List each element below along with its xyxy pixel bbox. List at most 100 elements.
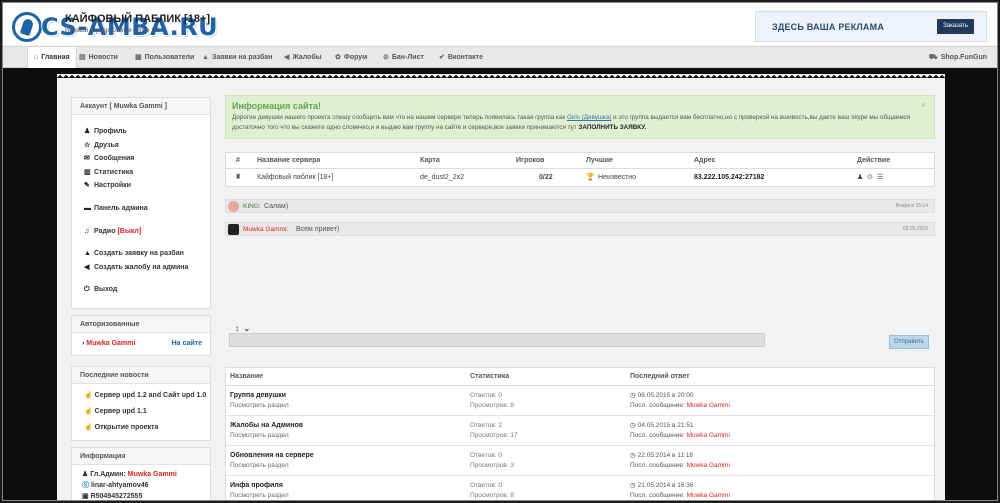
ad-order-button[interactable]: Заказать xyxy=(937,19,974,34)
thumbs-up-icon: ☝ xyxy=(84,408,95,415)
view-section-link[interactable]: Посмотреть раздел xyxy=(230,431,303,441)
menu-admin-panel[interactable]: ▬ Панель админа xyxy=(72,202,210,216)
power-icon: ⏻ xyxy=(84,286,90,294)
logo-soldier-icon xyxy=(12,12,42,42)
star-icon: ☆ xyxy=(84,141,91,149)
site-info-alert: Информация сайта! Дорогие девушки нашего… xyxy=(225,95,935,139)
view-section-link[interactable]: Посмотреть раздел xyxy=(230,491,289,500)
info-id: ▣ R504945272555 xyxy=(82,493,143,500)
chat-message: Muwka Gammi: Всем привет) 02.05.2015 xyxy=(225,222,935,236)
wrench-icon: ✎ xyxy=(84,182,90,190)
chat-controls: ↕ ⌄ xyxy=(235,324,250,333)
nav-home[interactable]: ⌂ Главная xyxy=(27,47,77,69)
nav-complaints[interactable]: ◀ Жалобы xyxy=(278,47,328,69)
sort-icon[interactable]: ↕ xyxy=(235,324,239,333)
ban-icon: ⊘ xyxy=(383,54,389,61)
radio-state[interactable]: [Выкл] xyxy=(117,228,141,235)
menu-logout[interactable]: ⏻ Выход xyxy=(72,283,210,297)
chat-send-button[interactable]: Отправить xyxy=(889,335,929,349)
chat-time: 02.05.2015 xyxy=(902,226,928,232)
menu-friends[interactable]: ☆ Друзья xyxy=(72,139,210,153)
chat-author[interactable]: KING: xyxy=(243,200,261,213)
forum-table: Название Статистика Последний ответ Груп… xyxy=(225,367,935,500)
nav-shop[interactable]: ⛟ Shop.FunGun xyxy=(929,47,987,69)
clock-icon: ◷ xyxy=(630,392,636,399)
server-info-icon[interactable]: ♟ xyxy=(857,169,863,186)
users-icon: ▦ xyxy=(135,54,142,61)
server-address[interactable]: 83.222.105.242:27182 xyxy=(694,169,764,186)
chat-input[interactable] xyxy=(229,333,765,347)
news-item[interactable]: ☝ Открытие проекта xyxy=(72,420,210,436)
envelope-icon: ✉ xyxy=(84,155,90,163)
clock-icon: ◷ xyxy=(630,482,636,489)
warning-icon: ▲ xyxy=(202,54,209,61)
alert-text: Дорогие девушки нашего проекта спешу соо… xyxy=(232,114,911,131)
view-section-link[interactable]: Посмотреть раздел xyxy=(230,401,289,411)
browser-frame: CS-AMBA.RU КАЙФОВЫЙ ПАБЛИК [18+] Игровой… xyxy=(2,2,998,501)
forum-icon: ✿ xyxy=(335,54,341,61)
menu-stats[interactable]: ▥ Статистика xyxy=(72,166,210,180)
menu-admin-complaint[interactable]: ◀ Создать жалобу на админа xyxy=(72,261,210,275)
menu-unban-request[interactable]: ▲ Создать заявку на разбан xyxy=(72,247,210,261)
girls-group-link[interactable]: Girls (Девушка) xyxy=(567,114,611,121)
info-admin: ♟ Гл.Админ: Muwka Gammi xyxy=(82,471,177,478)
news-item[interactable]: ☝ Сервер upd 1.2 and Сайт upd 1.0 xyxy=(72,388,210,404)
ad-banner[interactable]: ЗДЕСЬ ВАША РЕКЛАМА Заказать xyxy=(755,11,987,42)
ad-text: ЗДЕСЬ ВАША РЕКЛАМА xyxy=(772,22,885,32)
chat-message: KING: Салам) Вчера в 15:14 xyxy=(225,199,935,213)
vk-icon: ✔ xyxy=(439,54,445,61)
authorized-box: Авторизованные › Muwka Gammi На сайте xyxy=(71,315,211,356)
server-players: 0/22 xyxy=(539,174,553,181)
chat-time: Вчера в 15:14 xyxy=(895,203,928,209)
server-list-icon[interactable]: ☰ xyxy=(877,169,883,186)
nav-vk[interactable]: ✔ Вконтакте xyxy=(433,47,489,69)
chat-author[interactable]: Muwka Gammi: xyxy=(243,223,288,236)
user-icon: ♟ xyxy=(82,471,91,478)
menu-profile[interactable]: ♟ Профиль xyxy=(72,125,210,139)
wallet-icon: ▣ xyxy=(82,493,91,500)
nav-unban[interactable]: ▲ Заявки на разбан xyxy=(196,47,278,69)
nav-users[interactable]: ▦ Пользователи xyxy=(129,47,200,69)
view-section-link[interactable]: Посмотреть раздел xyxy=(230,461,314,471)
nav-news[interactable]: ▤ Новости xyxy=(73,47,124,69)
close-icon[interactable]: × xyxy=(921,100,926,110)
server-name[interactable]: Кайфовый паблик [18+] xyxy=(257,169,333,186)
info-skype: Ⓢ linar-ahtyamov46 xyxy=(82,482,149,489)
thumbs-up-icon: ☝ xyxy=(84,424,95,431)
authorized-title: Авторизованные xyxy=(72,316,210,333)
authorized-user[interactable]: Muwka Gammi xyxy=(86,340,135,347)
user-icon: ♟ xyxy=(84,128,91,135)
forum-title[interactable]: Обновления на сервере xyxy=(230,451,314,461)
forum-title[interactable]: Группа девушки xyxy=(230,391,289,401)
sidebar: Аккаунт [ Muwka Gammi ] ♟ Профиль ☆ Друзья… xyxy=(71,97,211,500)
menu-settings[interactable]: ✎ Настройки xyxy=(72,179,210,193)
cart-icon: ⛟ xyxy=(928,54,938,61)
site-header: CS-AMBA.RU КАЙФОВЫЙ ПАБЛИК [18+] Игровой… xyxy=(3,3,997,45)
menu-radio[interactable]: ♫ Радио [Выкл] xyxy=(72,225,210,239)
apply-link[interactable]: ЗАПОЛНИТЬ ЗАЯВКУ. xyxy=(578,124,646,131)
trophy-icon: 🏆 xyxy=(586,174,595,181)
forum-row: Инфа профиля Посмотреть раздел Ответов: 0… xyxy=(226,476,934,500)
chevron-right-icon: › xyxy=(82,340,85,347)
info-title: Информация xyxy=(72,448,210,465)
thumbs-up-icon: ☝ xyxy=(84,392,95,399)
skype-icon: Ⓢ xyxy=(82,482,91,489)
server-row[interactable]: ♜ Кайфовый паблик [18+] de_dust2_2x2 0/2… xyxy=(226,169,934,186)
avatar[interactable] xyxy=(228,201,239,212)
forum-title[interactable]: Инфа профиля xyxy=(230,481,289,491)
nav-forum[interactable]: ✿ Форум xyxy=(329,47,373,69)
news-item[interactable]: ☝ Сервер upd 1.1 xyxy=(72,404,210,420)
music-icon: ♫ xyxy=(84,227,90,235)
authorized-user-row: › Muwka Gammi На сайте xyxy=(72,333,210,355)
server-connect-icon[interactable]: ⊙ xyxy=(867,169,873,186)
chevron-down-icon[interactable]: ⌄ xyxy=(243,324,250,333)
warning-icon: ▲ xyxy=(84,250,91,258)
nav-banlist[interactable]: ⊘ Бан-Лист xyxy=(377,47,430,69)
menu-messages[interactable]: ✉ Сообщения xyxy=(72,152,210,166)
forum-title[interactable]: Жалобы на Админов xyxy=(230,421,303,431)
news-box: Последние новости ☝ Сервер upd 1.2 and С… xyxy=(71,366,211,441)
forum-row: Обновления на сервере Посмотреть раздел О… xyxy=(226,446,934,476)
avatar[interactable] xyxy=(228,224,239,235)
forum-header: Название Статистика Последний ответ xyxy=(226,368,934,386)
main-nav: ⌂ Главная ▤ Новости ▦ Пользователи ▲ Заявки … xyxy=(3,46,997,69)
